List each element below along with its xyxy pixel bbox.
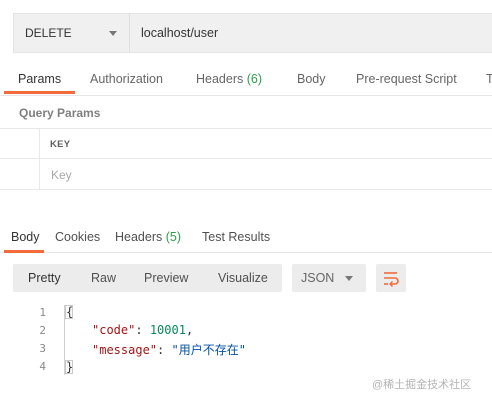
key-column-header: KEY xyxy=(50,139,71,150)
active-tab-indicator xyxy=(4,91,75,94)
method-select[interactable]: DELETE xyxy=(14,14,130,52)
open-brace[interactable]: { xyxy=(65,305,73,319)
code-line: "message": "用户不存在" xyxy=(92,343,246,357)
response-tabs: Body Cookies Headers (5) Test Results xyxy=(0,221,492,253)
view-pretty-button[interactable]: Pretty xyxy=(28,271,61,285)
table-divider xyxy=(0,189,492,190)
view-preview-button[interactable]: Preview xyxy=(144,271,188,285)
format-select[interactable]: JSON xyxy=(292,264,366,292)
key-input[interactable]: Key xyxy=(51,168,72,182)
headers-count: (6) xyxy=(246,72,263,86)
json-number-value: 10001 xyxy=(149,323,186,337)
view-raw-button[interactable]: Raw xyxy=(91,271,116,285)
tab-response-body[interactable]: Body xyxy=(11,230,40,244)
response-headers-count: (5) xyxy=(165,230,182,244)
request-tabs: Params Authorization Headers (6) Body Pr… xyxy=(0,64,492,96)
method-label: DELETE xyxy=(25,26,72,40)
chevron-down-icon xyxy=(345,276,353,281)
wrap-lines-button[interactable] xyxy=(376,264,406,292)
url-text: localhost/user xyxy=(141,26,219,40)
table-divider xyxy=(0,128,492,129)
view-visualize-button[interactable]: Visualize xyxy=(218,271,268,285)
code-line: "code": 10001, xyxy=(92,323,194,337)
url-input[interactable]: localhost/user xyxy=(130,14,492,52)
watermark: @稀土掘金技术社区 xyxy=(372,379,472,391)
tab-cookies[interactable]: Cookies xyxy=(55,230,100,244)
tab-prerequest-script[interactable]: Pre-request Script xyxy=(356,72,457,86)
tab-response-headers-label: Headers xyxy=(115,230,163,244)
tab-headers[interactable]: Headers (6) xyxy=(196,72,262,86)
line-number: 4 xyxy=(39,360,46,373)
json-key: "code" xyxy=(92,323,136,337)
tab-params[interactable]: Params xyxy=(18,72,61,86)
tab-authorization[interactable]: Authorization xyxy=(90,72,163,86)
view-mode-selector: Pretty Raw Preview Visualize xyxy=(13,264,282,292)
json-key: "message" xyxy=(92,343,158,357)
line-number: 3 xyxy=(39,342,46,355)
tab-headers-label: Headers xyxy=(196,72,244,86)
table-divider xyxy=(0,158,492,159)
tab-body[interactable]: Body xyxy=(297,72,326,86)
tab-tests[interactable]: T xyxy=(486,72,492,86)
params-table: KEY Key xyxy=(0,128,492,190)
active-tab-indicator xyxy=(4,250,44,253)
chevron-down-icon xyxy=(109,31,117,36)
wrap-lines-icon xyxy=(384,272,399,287)
format-label: JSON xyxy=(301,271,335,285)
tab-response-headers[interactable]: Headers (5) xyxy=(115,230,181,244)
json-string-value: "用户不存在" xyxy=(171,343,246,357)
line-number: 1 xyxy=(39,306,46,319)
tab-test-results[interactable]: Test Results xyxy=(202,230,270,244)
request-bar: DELETE localhost/user xyxy=(13,13,492,53)
close-brace[interactable]: } xyxy=(65,360,73,374)
response-body-viewer: 1 2 3 4 { } "code": 10001, "message": "用… xyxy=(0,302,492,382)
line-number: 2 xyxy=(39,324,46,337)
table-column-divider xyxy=(39,128,40,190)
query-params-title: Query Params xyxy=(19,106,101,120)
